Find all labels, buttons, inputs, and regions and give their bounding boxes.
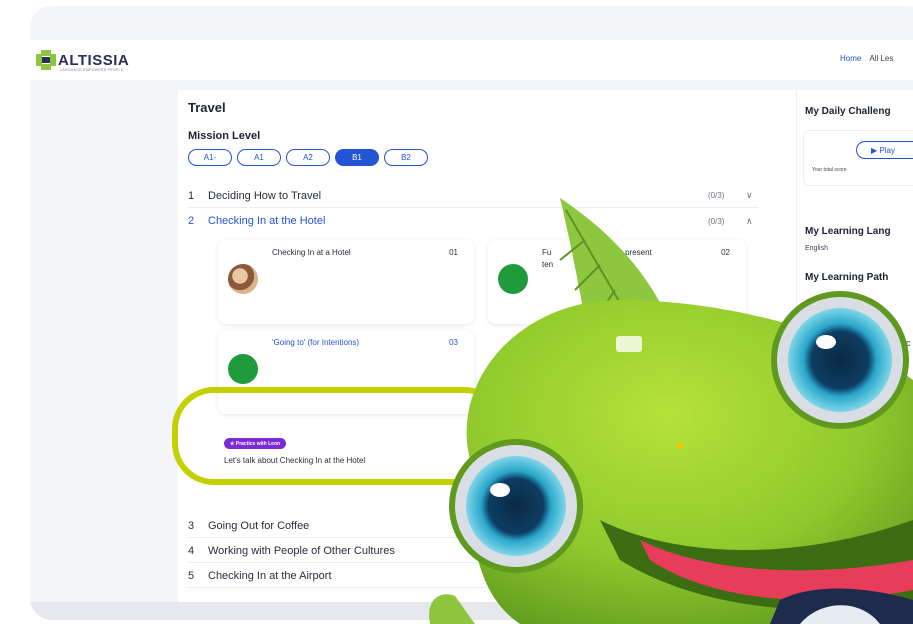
lesson-number: 03 [449, 338, 458, 347]
chapter-row-4[interactable]: 4 Working with People of Other Cultures [188, 539, 758, 563]
level-selector: A1- A1 A2 B1 B2 [188, 149, 428, 166]
chevron-down-icon[interactable]: ∨ [746, 190, 753, 201]
chapter-row-1[interactable]: 1 Deciding How to Travel (0/3) ∨ [188, 184, 758, 208]
lesson-thumbnail [498, 264, 528, 294]
lesson-number: 01 [449, 248, 458, 257]
total-score-text: Your total score [812, 167, 847, 173]
level-pill-b2[interactable]: B2 [384, 149, 428, 166]
level-pill-a1[interactable]: A1 [237, 149, 281, 166]
mission-level-label: Mission Level [188, 130, 261, 142]
lesson-title: Fu [542, 248, 552, 257]
nav-home-link[interactable]: Home [840, 54, 861, 63]
chapter-title: Working with People of Other Cultures [208, 544, 395, 557]
app-window: ALTISSIA LANGUAGE EMPOWERS PEOPLE Home A… [30, 6, 913, 620]
content-area: Travel Mission Level A1- A1 A2 B1 B2 1 D… [30, 80, 913, 620]
chapter-title: Going Out for Coffee [208, 519, 310, 532]
chevron-up-icon[interactable]: ∧ [746, 216, 753, 227]
daily-challenge-title: My Daily Challeng [805, 106, 891, 117]
level-pill-a2[interactable]: A2 [286, 149, 330, 166]
chapter-progress: (0/3) [708, 191, 725, 200]
chapter-title: Deciding How to Travel [208, 189, 322, 202]
brand-tagline: LANGUAGE EMPOWERS PEOPLE [60, 68, 124, 72]
altissia-logo[interactable]: ALTISSIA LANGUAGE EMPOWERS PEOPLE [36, 46, 129, 74]
lesson-title: 'Going to' (for Intentions) [272, 338, 360, 347]
lesson-photo [228, 264, 258, 294]
logo-mark-icon [36, 50, 56, 70]
page-title: Travel [188, 100, 226, 115]
daily-challenge-box: ▶ Play Your total score [803, 130, 913, 186]
chapter-row-2[interactable]: 2 Checking In at the Hotel (0/3) ∧ [188, 209, 758, 233]
chapter-row-3[interactable]: 3 Going Out for Coffee [188, 514, 758, 538]
lesson-card-2[interactable]: Fu n' + present ten 02 [488, 240, 746, 324]
nav-all-lessons-link[interactable]: All Les [869, 54, 893, 63]
chapter-title: Checking In at the Hotel [208, 215, 326, 227]
lesson-card-1[interactable]: Checking In at a Hotel 01 [218, 240, 474, 324]
level-pill-a1-minus[interactable]: A1- [188, 149, 232, 166]
level-pill-b1[interactable]: B1 [335, 149, 379, 166]
chapter-number: 2 [188, 215, 195, 227]
chapter-number: 5 [188, 569, 195, 582]
learning-language-value: English [805, 245, 828, 252]
learning-path-title: My Learning Path [805, 272, 889, 283]
window-bottom-bar [30, 602, 913, 620]
lesson-thumbnail [228, 354, 258, 384]
top-navigation-bar: ALTISSIA LANGUAGE EMPOWERS PEOPLE Home A… [30, 40, 913, 80]
lesson-title-line2: ten [542, 260, 554, 269]
learning-language-title: My Learning Lang [805, 226, 891, 237]
sidebar-panel: My Daily Challeng ▶ Play Your total scor… [796, 90, 913, 620]
lesson-title: Checking In at a Hotel [272, 248, 351, 257]
brand-name: ALTISSIA [58, 51, 130, 69]
chapter-number: 3 [188, 519, 195, 532]
chapter-number: 4 [188, 544, 195, 557]
play-button[interactable]: ▶ Play [856, 141, 913, 159]
chapter-progress: (0/3) [708, 216, 725, 226]
lesson-title-continued: n' + present [610, 248, 652, 257]
lesson-number: 02 [721, 248, 730, 257]
chapter-number: 1 [188, 189, 195, 202]
main-nav: Home All Les [840, 54, 893, 63]
chapter-title: Checking In at the Airport [208, 569, 332, 582]
partial-text: nc [901, 338, 911, 348]
practice-highlight-ring [172, 387, 506, 485]
mission-panel: Travel Mission Level A1- A1 A2 B1 B2 1 D… [178, 90, 796, 620]
chapter-row-5[interactable]: 5 Checking In at the Airport [188, 564, 758, 588]
